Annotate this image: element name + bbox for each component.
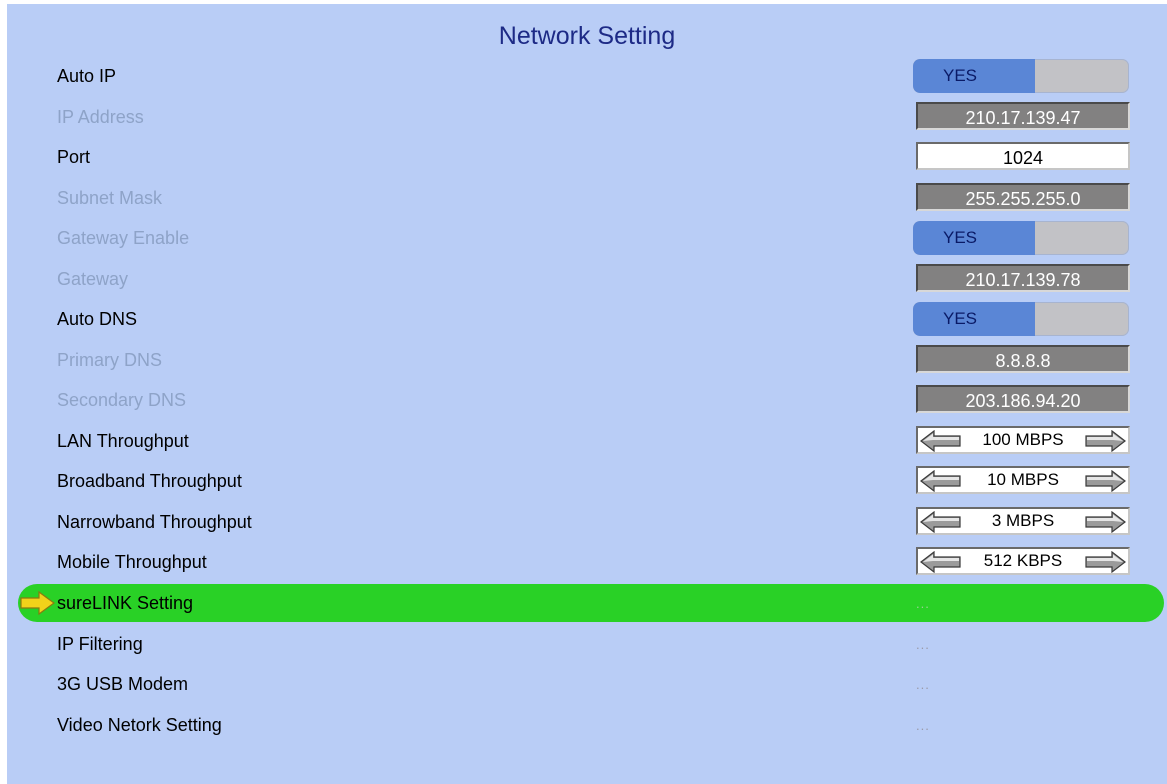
lan-throughput-row[interactable]: LAN Throughput 100 MBPS bbox=[7, 422, 1167, 460]
pointer-arrow-icon bbox=[20, 591, 55, 615]
arrow-right-icon[interactable] bbox=[1082, 511, 1126, 533]
video-network-setting-label: Video Netork Setting bbox=[57, 715, 222, 735]
primary-dns-row: Primary DNS 8.8.8.8 bbox=[7, 341, 1167, 379]
gateway-enable-toggle-value: YES bbox=[942, 228, 978, 247]
auto-dns-toggle[interactable]: YES bbox=[913, 302, 1129, 336]
arrow-left-icon[interactable] bbox=[920, 551, 964, 573]
mobile-throughput-spinner[interactable]: 512 KBPS bbox=[916, 547, 1130, 575]
auto-ip-row[interactable]: Auto IP YES bbox=[7, 57, 1167, 95]
page-title: Network Setting bbox=[498, 22, 676, 50]
auto-ip-toggle[interactable]: YES bbox=[913, 59, 1129, 93]
mobile-throughput-label: Mobile Throughput bbox=[57, 552, 207, 572]
arrow-right-icon[interactable] bbox=[1082, 551, 1126, 573]
3g-usb-modem-row[interactable]: 3G USB Modem ... bbox=[7, 665, 1167, 703]
gateway-enable-label: Gateway Enable bbox=[57, 228, 190, 248]
secondary-dns-field: 203.186.94.20 bbox=[916, 385, 1130, 413]
broadband-throughput-spinner[interactable]: 10 MBPS bbox=[916, 466, 1130, 494]
auto-dns-toggle-value: YES bbox=[942, 309, 978, 328]
gateway-row: Gateway 210.17.139.78 bbox=[7, 260, 1167, 298]
ip-filtering-row[interactable]: IP Filtering ... bbox=[7, 625, 1167, 663]
lan-throughput-value: 100 MBPS bbox=[982, 430, 1064, 449]
arrow-left-icon[interactable] bbox=[920, 430, 964, 452]
secondary-dns-row: Secondary DNS 203.186.94.20 bbox=[7, 381, 1167, 419]
mobile-throughput-value: 512 KBPS bbox=[983, 551, 1063, 570]
gateway-enable-row: Gateway Enable YES bbox=[7, 219, 1167, 257]
lan-throughput-spinner[interactable]: 100 MBPS bbox=[916, 426, 1130, 454]
ip-address-row: IP Address 210.17.139.47 bbox=[7, 98, 1167, 136]
auto-ip-toggle-value: YES bbox=[942, 66, 978, 85]
arrow-right-icon[interactable] bbox=[1082, 430, 1126, 452]
port-label: Port bbox=[57, 147, 91, 167]
lan-throughput-label: LAN Throughput bbox=[57, 431, 189, 451]
broadband-throughput-value: 10 MBPS bbox=[987, 470, 1059, 489]
subnet-mask-field: 255.255.255.0 bbox=[916, 183, 1130, 211]
port-field[interactable]: 1024 bbox=[916, 142, 1130, 170]
gateway-enable-toggle[interactable]: YES bbox=[913, 221, 1129, 255]
broadband-throughput-row[interactable]: Broadband Throughput 10 MBPS bbox=[7, 462, 1167, 500]
subnet-mask-label: Subnet Mask bbox=[57, 188, 163, 208]
ip-filtering-ellipsis: ... bbox=[916, 637, 930, 652]
gateway-label: Gateway bbox=[57, 269, 129, 289]
auto-dns-label: Auto DNS bbox=[57, 309, 138, 329]
gateway-field: 210.17.139.78 bbox=[916, 264, 1130, 292]
auto-dns-row[interactable]: Auto DNS YES bbox=[7, 300, 1167, 338]
port-row[interactable]: Port 1024 bbox=[7, 138, 1167, 176]
primary-dns-label: Primary DNS bbox=[57, 350, 163, 370]
auto-ip-label: Auto IP bbox=[57, 66, 117, 86]
arrow-right-icon[interactable] bbox=[1082, 470, 1126, 492]
narrowband-throughput-spinner[interactable]: 3 MBPS bbox=[916, 507, 1130, 535]
surelink-setting-label: sureLINK Setting bbox=[57, 593, 194, 613]
narrowband-throughput-value: 3 MBPS bbox=[991, 511, 1055, 530]
video-network-setting-ellipsis: ... bbox=[916, 718, 930, 733]
arrow-left-icon[interactable] bbox=[920, 511, 964, 533]
broadband-throughput-label: Broadband Throughput bbox=[57, 471, 242, 491]
ip-address-field: 210.17.139.47 bbox=[916, 102, 1130, 130]
primary-dns-field: 8.8.8.8 bbox=[916, 345, 1130, 373]
arrow-left-icon[interactable] bbox=[920, 470, 964, 492]
network-setting-panel: Network Setting Auto IP YES IP Address 2… bbox=[7, 4, 1167, 784]
3g-usb-modem-label: 3G USB Modem bbox=[57, 674, 189, 694]
ip-address-label: IP Address bbox=[57, 107, 144, 127]
surelink-setting-row[interactable]: sureLINK Setting ... bbox=[7, 584, 1167, 622]
narrowband-throughput-label: Narrowband Throughput bbox=[57, 512, 252, 532]
secondary-dns-label: Secondary DNS bbox=[57, 390, 187, 410]
ip-filtering-label: IP Filtering bbox=[57, 634, 143, 654]
subnet-mask-row: Subnet Mask 255.255.255.0 bbox=[7, 179, 1167, 217]
narrowband-throughput-row[interactable]: Narrowband Throughput 3 MBPS bbox=[7, 503, 1167, 541]
3g-usb-modem-ellipsis: ... bbox=[916, 677, 930, 692]
video-network-setting-row[interactable]: Video Netork Setting ... bbox=[7, 706, 1167, 744]
mobile-throughput-row[interactable]: Mobile Throughput 512 KBPS bbox=[7, 543, 1167, 581]
surelink-setting-ellipsis: ... bbox=[916, 596, 930, 611]
